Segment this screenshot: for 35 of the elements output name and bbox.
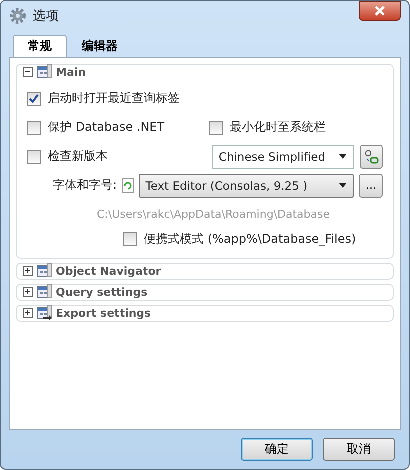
section-title: Export settings [56,306,152,320]
tab[interactable]: 编辑器 [67,35,133,57]
expand-icon[interactable] [23,266,34,276]
checkbox[interactable] [123,232,137,246]
caret-icon [339,154,348,159]
checkbox-label: 最小化时至系统栏 [230,119,326,136]
tab[interactable]: 常规 [13,35,67,57]
gear-icon [9,7,27,25]
checkbox-label: 检查新版本 [48,148,108,165]
dialog-button[interactable]: 取消 [323,438,395,461]
checkbox[interactable] [27,150,41,164]
refresh-icon[interactable] [122,178,134,193]
checkbox-label: 启动时打开最近查询标签 [48,90,180,107]
close-button[interactable] [359,1,401,21]
font-dropdown[interactable]: Text Editor (Consolas, 9.25 ) [138,174,354,198]
checkbox-label: 便携式模式 (%app%\Database_Files) [144,230,356,248]
checkbox[interactable] [27,120,41,134]
browse-button[interactable]: ... [359,174,383,198]
expand-icon[interactable] [23,308,34,318]
checkbox[interactable] [209,120,223,134]
checkbox[interactable] [27,92,41,106]
window-title: 选项 [33,8,60,25]
spellcheck-icon[interactable] [360,144,383,168]
checkbox-label: 保护 Database .NET [48,119,165,136]
font-label: 字体和字号: [53,177,118,194]
section-title: Query settings [56,286,148,298]
close-icon [374,6,386,16]
path-text: C:\Users\rakc\AppData\Roaming\Database [96,206,331,222]
language-dropdown[interactable]: Chinese Simplified [212,144,354,168]
section-title: Main [56,66,86,78]
dialog-button[interactable]: 确定 [241,438,313,461]
expand-icon[interactable] [23,286,34,298]
caret-icon [339,183,348,188]
section-title: Object Navigator [56,264,162,278]
collapse-icon[interactable] [23,66,34,78]
